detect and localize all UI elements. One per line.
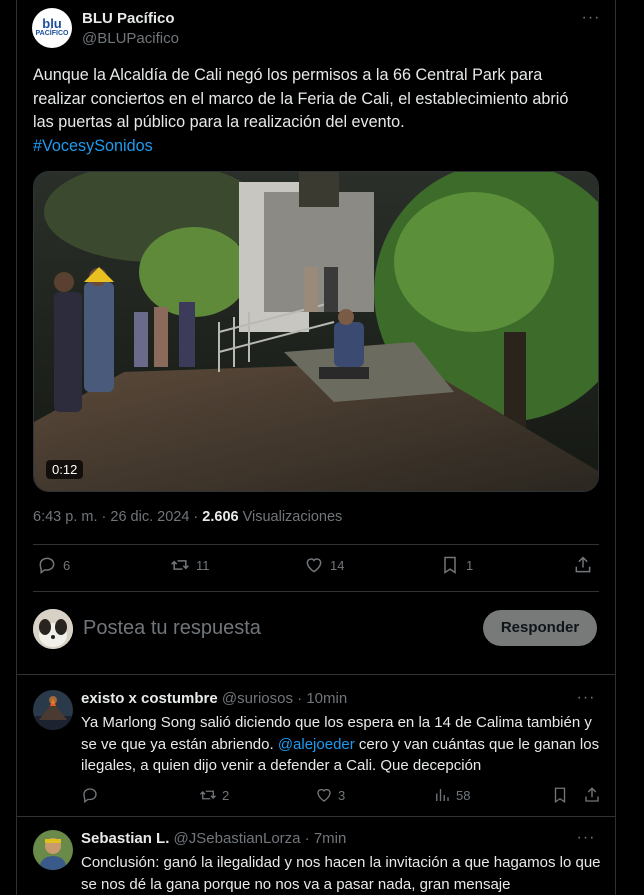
share-icon	[585, 787, 599, 802]
current-user-avatar[interactable]	[33, 609, 73, 649]
reply-text: Conclusión: ganó la ilegalidad y nos hac…	[81, 854, 601, 893]
tweet-actions: 6 11 14 1	[33, 555, 599, 583]
heart-icon	[306, 558, 322, 573]
views-button[interactable]: 58	[433, 786, 470, 804]
reply-actions: 2 3 58	[81, 786, 599, 808]
reply-submit-button[interactable]: Responder	[483, 610, 597, 646]
reply-count: 6	[63, 557, 71, 573]
bookmark-button[interactable]	[551, 786, 569, 804]
meta-separator: ·	[297, 690, 303, 707]
author-avatar[interactable]: blu PACÍFICO	[32, 8, 72, 48]
tweet-body: Aunque la Alcaldía de Cali negó los perm…	[33, 66, 569, 131]
bookmark-count: 1	[466, 557, 474, 573]
reply-composer: Postea tu respuesta Responder	[33, 605, 599, 653]
repost-icon	[171, 560, 189, 570]
reply-button[interactable]: 6	[37, 555, 70, 575]
reply-button[interactable]	[81, 786, 99, 804]
reply-author-name[interactable]: Sebastian L.	[81, 830, 169, 847]
reply-author-name[interactable]: existo x costumbre	[81, 690, 218, 707]
like-count: 14	[330, 557, 345, 573]
views-count: 58	[456, 787, 471, 803]
reply-input[interactable]: Postea tu respuesta	[83, 617, 261, 640]
heart-icon	[317, 788, 331, 802]
analytics-icon	[436, 789, 449, 801]
tweet-metadata: 6:43 p. m. · 26 dic. 2024 · 2.606 Visual…	[33, 509, 342, 525]
mention-link[interactable]: @alejoeder	[278, 736, 355, 753]
hashtag-link[interactable]: #VocesySonidos	[33, 135, 593, 159]
repost-count: 2	[222, 787, 230, 803]
divider	[17, 674, 615, 675]
share-button[interactable]	[573, 555, 593, 575]
author-handle[interactable]: @BLUPacifico	[82, 30, 179, 47]
reply-item[interactable]: Sebastian L. @JSebastianLorza · 7min ···…	[33, 830, 601, 895]
reply-item[interactable]: existo x costumbre @suriosos · 10min ···…	[33, 690, 599, 808]
divider	[17, 816, 615, 817]
like-count: 3	[338, 787, 346, 803]
views-count: 2.606	[202, 509, 239, 525]
reply-header: Sebastian L. @JSebastianLorza · 7min	[81, 830, 346, 847]
video-player[interactable]: 0:12	[33, 171, 599, 492]
bookmark-icon	[554, 787, 566, 804]
repost-count: 11	[196, 557, 210, 573]
reply-icon	[39, 557, 55, 574]
like-button[interactable]: 3	[315, 786, 345, 804]
avatar-logo-text: blu	[42, 16, 62, 31]
person-avatar-image	[33, 830, 73, 870]
video-duration-badge: 0:12	[46, 460, 84, 479]
share-icon	[575, 556, 591, 573]
tweet-header: blu PACÍFICO BLU Pacífico @BLUPacifico ·…	[32, 8, 602, 52]
reply-author-avatar[interactable]	[33, 830, 73, 870]
dog-avatar-image	[33, 609, 73, 649]
reply-header: existo x costumbre @suriosos · 10min	[81, 690, 347, 707]
more-options-icon[interactable]: ···	[575, 830, 597, 850]
tweet-time[interactable]: 6:43 p. m.	[33, 509, 97, 525]
volcano-avatar-image	[33, 690, 73, 730]
video-thumbnail	[34, 172, 598, 491]
like-button[interactable]: 14	[304, 555, 344, 575]
bookmark-button[interactable]: 1	[440, 555, 473, 575]
reply-author-avatar[interactable]	[33, 690, 73, 730]
reply-time[interactable]: 7min	[314, 830, 347, 847]
reply-text: Ya Marlong Song salió diciendo que los e…	[81, 712, 601, 777]
views-label: Visualizaciones	[242, 509, 343, 525]
share-button[interactable]	[583, 786, 601, 804]
reply-author-handle[interactable]: @suriosos	[222, 690, 293, 707]
divider	[33, 544, 599, 545]
repost-button[interactable]: 11	[170, 555, 210, 575]
more-options-icon[interactable]: ···	[580, 10, 602, 30]
reply-time[interactable]: 10min	[306, 690, 347, 707]
meta-separator: ·	[304, 830, 310, 847]
reply-author-handle[interactable]: @JSebastianLorza	[174, 830, 301, 847]
divider	[33, 591, 599, 592]
author-name[interactable]: BLU Pacífico	[82, 10, 175, 27]
repost-button[interactable]: 2	[199, 786, 229, 804]
bookmark-icon	[444, 556, 456, 574]
avatar-logo-subtext: PACÍFICO	[35, 30, 69, 37]
tweet-text: Aunque la Alcaldía de Cali negó los perm…	[33, 64, 593, 158]
repost-icon	[200, 790, 216, 800]
meta-separator: ·	[193, 509, 203, 525]
reply-icon	[83, 788, 97, 804]
tweet-date[interactable]: 26 dic. 2024	[110, 509, 189, 525]
more-options-icon[interactable]: ···	[575, 690, 597, 710]
